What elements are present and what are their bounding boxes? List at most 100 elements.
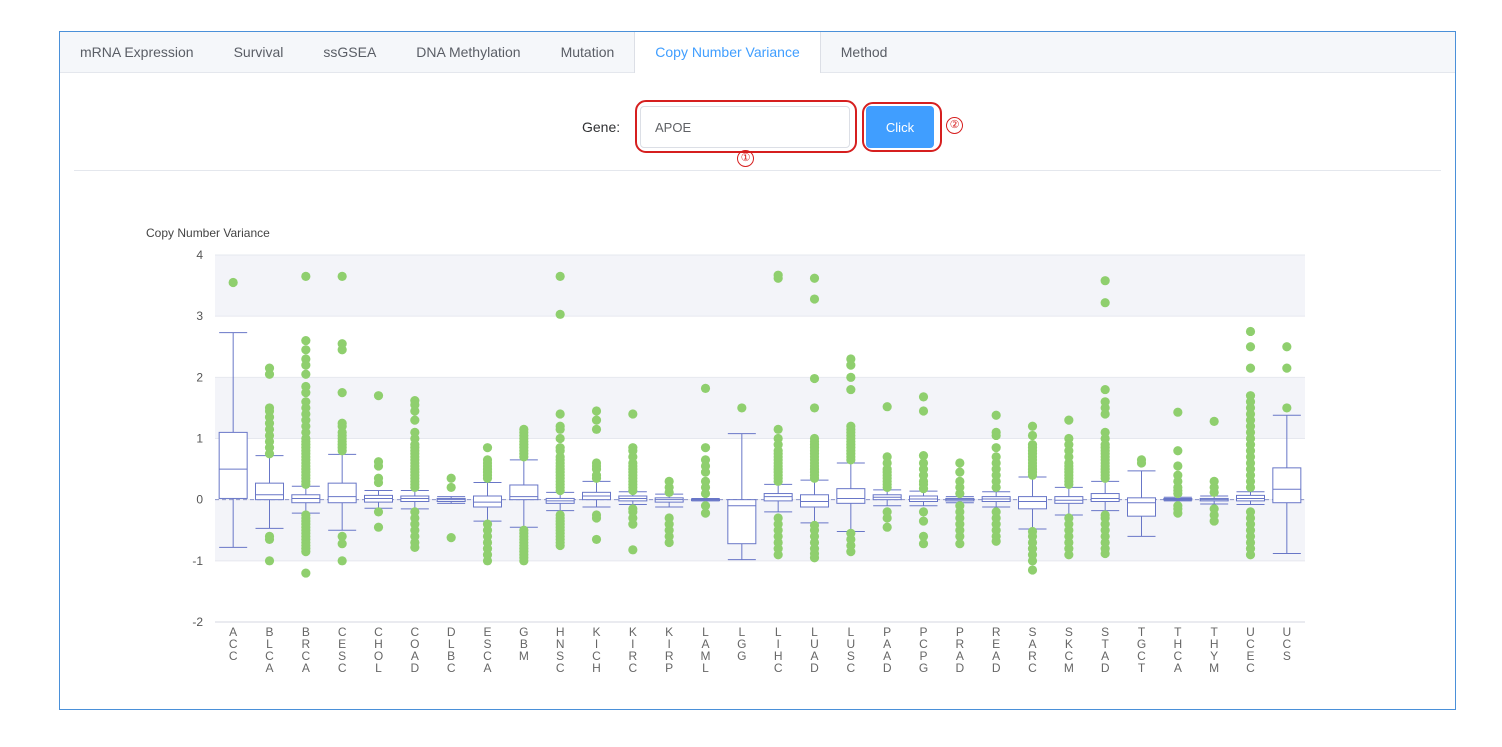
outlier-point <box>1100 298 1110 308</box>
x-tick-label-prad: PRAD <box>955 625 964 675</box>
outlier-point <box>228 277 238 288</box>
outlier-point <box>1027 430 1038 441</box>
outlier-point <box>773 513 783 523</box>
outlier-point <box>337 339 347 349</box>
box-cesc <box>327 482 357 504</box>
outlier-point <box>591 534 602 545</box>
outlier-point <box>1245 326 1256 337</box>
outlier-point <box>1209 476 1219 486</box>
outlier-point <box>773 433 783 444</box>
outlier-point <box>1027 526 1038 537</box>
outlier-point <box>373 391 384 401</box>
outlier-point <box>301 381 311 392</box>
x-tick-label-cesc: CESC <box>338 625 347 675</box>
outlier-point <box>955 476 965 486</box>
x-tick-label-coad: COAD <box>410 625 419 675</box>
x-tick-label-blca: BLCA <box>265 625 274 675</box>
x-tick-label-ucs: UCS <box>1282 625 1291 663</box>
x-tick-label-esca: ESCA <box>483 625 492 675</box>
outlier-point <box>1245 342 1256 352</box>
box-esca <box>473 495 502 508</box>
y-tick-label: 4 <box>196 248 203 262</box>
outlier-point <box>519 424 529 434</box>
outlier-point <box>301 271 311 282</box>
x-tick-label-sarc: SARC <box>1028 625 1037 675</box>
outlier-point <box>846 354 856 364</box>
outlier-point <box>1064 433 1074 444</box>
outlier-point <box>700 501 711 511</box>
x-tick-label-dlbc: DLBC <box>447 625 456 675</box>
outlier-point <box>301 568 311 578</box>
x-tick-label-brca: BRCA <box>301 625 310 675</box>
cnv-panel: mRNA Expression Survival ssGSEA DNA Meth… <box>59 31 1456 710</box>
grid-band <box>215 255 1305 317</box>
box-lihc <box>763 493 793 502</box>
outlier-point <box>555 309 565 319</box>
outlier-point <box>809 403 820 413</box>
outlier-point <box>700 383 711 393</box>
x-tick-label-lusc: LUSC <box>846 625 855 675</box>
boxplot-chart: 4 3 2 1 0 -1 -2 Copy Number Variance A C C B L C A B R C A… <box>146 226 1305 675</box>
y-tick-label: 3 <box>196 309 203 323</box>
outlier-point <box>846 384 856 395</box>
outlier-point <box>264 534 275 545</box>
outlier-point <box>482 519 493 529</box>
outlier-point <box>410 395 420 406</box>
outlier-point <box>373 522 384 532</box>
outlier-point <box>882 507 892 517</box>
outlier-point <box>1100 397 1110 407</box>
outlier-point <box>1100 384 1110 395</box>
outlier-point <box>591 406 602 416</box>
outlier-point <box>918 406 929 416</box>
outlier-point <box>1173 407 1183 417</box>
box-stad <box>1090 493 1120 503</box>
outlier-point <box>1209 416 1219 426</box>
outlier-point <box>809 294 820 304</box>
outlier-point <box>410 507 420 517</box>
outlier-point <box>628 545 638 555</box>
box-acc <box>218 431 248 499</box>
outlier-point <box>991 507 1001 517</box>
outlier-point <box>264 403 275 413</box>
x-tick-label-gbm: GBM <box>519 625 529 663</box>
outlier-point <box>737 403 747 413</box>
outlier-point <box>1136 455 1147 465</box>
y-tick-label: -1 <box>192 554 203 568</box>
outlier-point <box>1027 565 1038 575</box>
outlier-point <box>301 354 311 364</box>
outlier-point <box>700 455 711 465</box>
outlier-point <box>628 443 638 453</box>
outlier-point <box>773 424 783 434</box>
outlier-point <box>301 510 311 520</box>
grid-band <box>215 377 1305 439</box>
outlier-point <box>628 504 638 514</box>
outlier-point <box>591 415 602 425</box>
x-tick-label-luad: LUAD <box>810 625 819 675</box>
outlier-point <box>1209 504 1219 514</box>
outlier-point <box>918 392 929 402</box>
outlier-point <box>301 336 311 346</box>
x-tick-label-stad: STAD <box>1101 625 1110 675</box>
x-tick-label-ucec: UCEC <box>1246 625 1255 675</box>
outlier-point <box>882 452 892 462</box>
x-tick-label-skcm: SKCM <box>1064 625 1074 675</box>
outlier-point <box>591 510 602 520</box>
outlier-point <box>1100 427 1110 437</box>
x-tick-label-thym: THYM <box>1209 625 1219 675</box>
x-tick-label-read: READ <box>992 625 1001 675</box>
outlier-point <box>1245 507 1256 517</box>
x-tick-label-acc: ACC <box>229 625 238 663</box>
outlier-point <box>519 525 529 535</box>
outlier-point <box>337 388 347 398</box>
outlier-point <box>446 532 456 543</box>
outlier-point <box>955 458 965 468</box>
x-tick-label-pcpg: PCPG <box>919 625 928 675</box>
outlier-point <box>555 510 565 520</box>
outlier-point <box>846 421 856 431</box>
x-tick-label-kich: KICH <box>592 625 601 675</box>
outlier-point <box>555 433 565 444</box>
outlier-point <box>555 271 565 282</box>
outlier-point <box>1100 276 1110 286</box>
outlier-point <box>955 501 965 511</box>
x-tick-label-laml: LAML <box>701 625 711 675</box>
